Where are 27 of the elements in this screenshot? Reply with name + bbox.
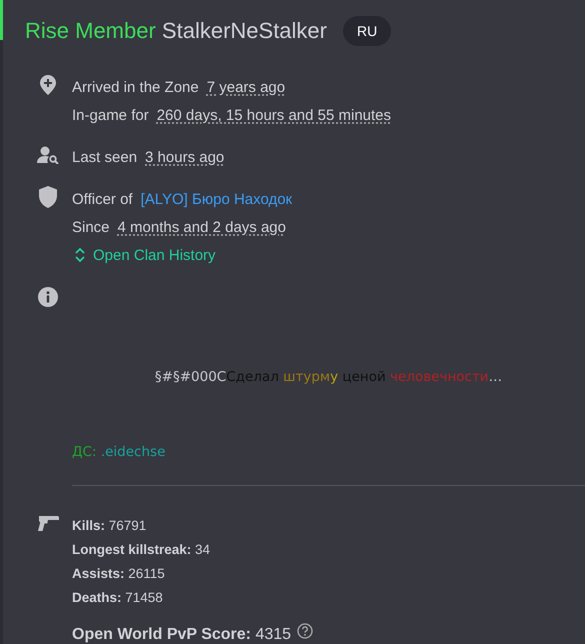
- bio-line: ДС: .eidechse: [72, 444, 166, 460]
- clan-link[interactable]: [ALYO] Бюро Находок: [140, 190, 292, 208]
- info-icon: [38, 287, 58, 307]
- clan-role-label: Officer of: [72, 190, 133, 208]
- arrival-value: 7 years ago: [206, 78, 286, 96]
- stat-line: Deaths: 71458: [72, 589, 164, 607]
- clan-since-label: Since: [72, 218, 110, 236]
- expand-icon: [75, 247, 85, 263]
- map-pin-icon: [40, 75, 56, 95]
- region-badge: RU: [343, 16, 392, 46]
- last-seen-value: 3 hours ago: [145, 148, 224, 166]
- playtime-label: In-game for: [72, 106, 149, 124]
- pvp-score: Open World PvP Score: 4315: [72, 626, 292, 644]
- accent-bar: [0, 0, 3, 40]
- last-seen-label: Last seen: [72, 148, 138, 166]
- stat-line: Assists: 26115: [72, 565, 166, 583]
- clan-since-value: 4 months and 2 days ago: [118, 218, 286, 236]
- help-icon[interactable]: [297, 623, 314, 639]
- clan-history-link[interactable]: Open Clan History: [75, 241, 585, 269]
- stat-line: Longest killstreak: 34: [72, 541, 212, 559]
- profile-title: Rise Member StalkerNeStalker: [25, 18, 327, 44]
- arrival-label: Arrived in the Zone: [72, 78, 199, 96]
- user-search-icon: [37, 146, 59, 164]
- playtime-value: 260 days, 15 hours and 55 minutes: [156, 106, 392, 124]
- stat-line: Kills: 76791: [72, 517, 148, 535]
- pistol-icon: [37, 515, 59, 531]
- shield-icon: [39, 186, 57, 208]
